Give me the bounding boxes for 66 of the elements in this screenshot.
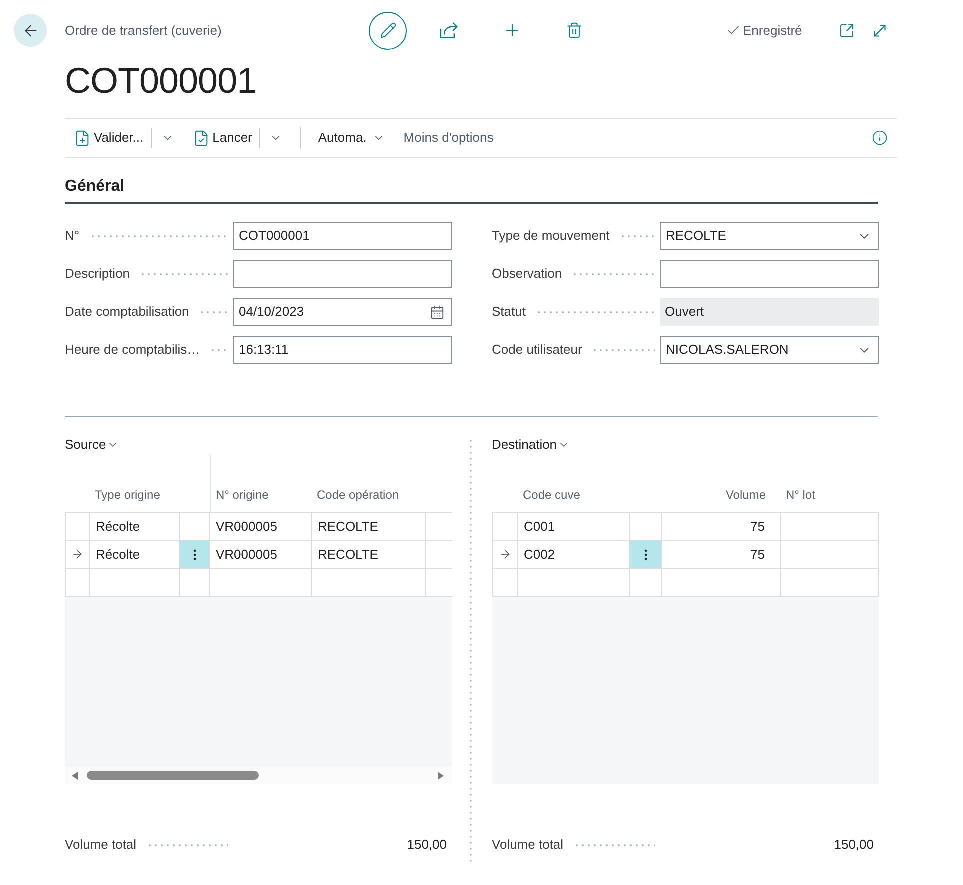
field-label: Volume total	[65, 836, 137, 854]
table-cell-text: C001	[524, 518, 556, 536]
input-field[interactable]	[233, 260, 452, 288]
date-field[interactable]: 04/10/2023	[233, 298, 452, 326]
column-header[interactable]: Volume	[726, 486, 766, 504]
document-plus-icon	[74, 130, 91, 146]
column-header[interactable]: Type origine	[95, 486, 160, 504]
input-field[interactable]: 16:13:11	[233, 336, 452, 364]
read-only-field: Ouvert	[660, 298, 879, 326]
table-row[interactable]: C002 75	[492, 541, 879, 569]
info-icon[interactable]	[872, 130, 888, 146]
part-title-button[interactable]: Destination	[492, 436, 570, 454]
open-new-window-icon[interactable]	[839, 22, 856, 38]
document-check-icon	[192, 130, 210, 146]
input-field[interactable]	[660, 260, 879, 288]
field-label: N°	[65, 227, 80, 246]
row-arrow-icon	[498, 548, 512, 561]
pencil-icon	[380, 22, 396, 39]
column-header[interactable]: N° origine	[216, 486, 269, 504]
column-header[interactable]: Code opération	[317, 486, 400, 504]
field-label: Heure de comptabilis…	[65, 341, 200, 360]
field-label: Description	[65, 265, 130, 284]
table-cell-text: Récolte	[96, 546, 140, 564]
table-cell-text: RECOLTE	[318, 546, 378, 564]
dropdown-field[interactable]: NICOLAS.SALERON	[660, 336, 879, 364]
field-label: Observation	[492, 265, 562, 284]
dropdown-field[interactable]: RECOLTE	[660, 222, 879, 250]
total-value: 150,00	[834, 836, 874, 854]
edit-button[interactable]	[369, 12, 407, 50]
table-cell-text: Récolte	[96, 518, 140, 536]
field-label: Code utilisateur	[492, 341, 582, 360]
part-title-button[interactable]: Source	[65, 436, 120, 454]
action-menu-button[interactable]: Automa.	[318, 128, 386, 148]
table-cell-text: C002	[524, 546, 556, 564]
field-label: Statut	[492, 303, 526, 322]
share-icon[interactable]	[440, 22, 458, 39]
scrollbar-track[interactable]	[65, 767, 452, 784]
action-button[interactable]: Valider...	[74, 128, 144, 148]
scrollbar-thumb[interactable]	[87, 771, 259, 780]
calendar-icon[interactable]	[430, 304, 445, 320]
table-row[interactable]: C001 75	[492, 513, 879, 541]
field-label: Type de mouvement	[492, 227, 610, 246]
action-button[interactable]: Lancer	[192, 128, 252, 148]
table-cell-text: VR000005	[216, 546, 278, 564]
scroll-right-icon[interactable]	[438, 772, 444, 780]
table-row[interactable]: Récolte VR000005 RECOLTE	[65, 541, 452, 569]
row-arrow-icon	[71, 548, 84, 561]
table-row[interactable]: Récolte VR000005 RECOLTE	[65, 513, 452, 541]
field-label: Date comptabilisation	[65, 303, 190, 322]
table-cell-text: 75	[750, 546, 765, 564]
table-cell-text: RECOLTE	[318, 518, 378, 536]
field-label: Volume total	[492, 836, 564, 854]
back-button[interactable]	[14, 14, 47, 47]
input-field[interactable]: COT000001	[233, 222, 452, 250]
table-cell-text: VR000005	[216, 518, 278, 536]
table-cell-text: 75	[750, 518, 765, 536]
column-header[interactable]: N° lot	[786, 486, 816, 504]
breadcrumb[interactable]: Ordre de transfert (cuverie)	[65, 22, 222, 38]
total-value: 150,00	[407, 836, 447, 854]
scroll-left-icon[interactable]	[72, 772, 78, 780]
section-title[interactable]: Général	[65, 175, 125, 199]
save-status: Enregistré	[743, 22, 802, 40]
action-link[interactable]: Moins d'options	[404, 128, 494, 148]
page-title: COT000001	[65, 59, 257, 103]
trash-icon[interactable]	[566, 22, 583, 39]
column-header[interactable]: Code cuve	[523, 486, 580, 504]
